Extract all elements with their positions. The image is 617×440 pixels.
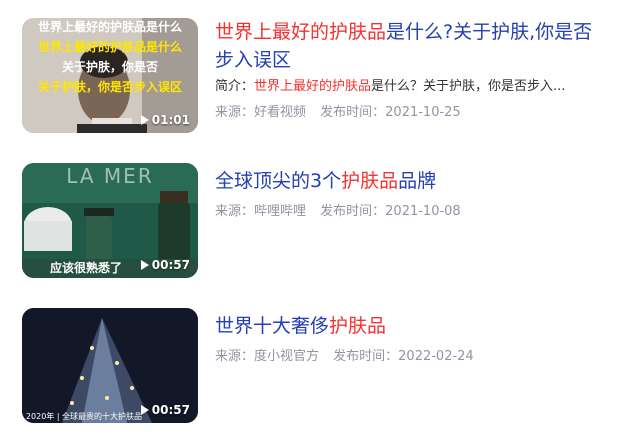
video-duration: 00:57 [140, 403, 190, 417]
result-title-2[interactable]: 全球顶尖的3个护肤品品牌 [215, 167, 600, 195]
thumbnail-caption: 关于护肤，你是否步入误区 [37, 80, 182, 94]
thumbnail-caption: 世界上最好的护肤品是什么 [37, 20, 182, 34]
result-info-2: 全球顶尖的3个护肤品品牌 来源：哔哩哔哩 发布时间：2021-10-08 [215, 163, 600, 221]
source-label: 来源：哔哩哔哩 [215, 204, 307, 219]
title-segment[interactable]: 护肤品 [329, 315, 386, 337]
duration-text: 00:57 [151, 403, 190, 417]
result-title-3[interactable]: 世界十大奢侈护肤品 [215, 312, 600, 340]
title-segment[interactable]: 全球顶尖的3个 [215, 170, 341, 192]
duration-text: 01:01 [151, 113, 190, 127]
result-snippet-1: 简介：世界上最好的护肤品是什么？关于护肤，你是否步入... [215, 78, 600, 96]
video-thumbnail-2[interactable]: LA MER 应该很熟悉了 00:57 [22, 163, 198, 278]
source-label: 来源：好看视频 [215, 105, 307, 120]
title-segment[interactable]: 护肤品 [341, 170, 398, 192]
publish-date: 发布时间：2021-10-25 [320, 105, 461, 120]
video-duration: 01:01 [140, 113, 190, 127]
duration-text: 00:57 [151, 258, 190, 272]
publish-date: 发布时间：2021-10-08 [320, 204, 461, 219]
thumbnail-caption: 关于护肤，你是否 [61, 60, 158, 74]
title-segment[interactable]: 世界上最好的护肤品 [215, 21, 386, 43]
play-icon [140, 260, 149, 270]
play-icon [140, 115, 149, 125]
title-segment[interactable]: 世界十大奢侈 [215, 315, 329, 337]
title-segment[interactable]: 品牌 [398, 170, 436, 192]
result-meta-2: 来源：哔哩哔哩 发布时间：2021-10-08 [215, 203, 600, 221]
publish-date: 发布时间：2022-02-24 [333, 349, 474, 364]
result-info-3: 世界十大奢侈护肤品 来源：度小视官方 发布时间：2022-02-24 [215, 308, 600, 366]
result-info-1: 世界上最好的护肤品是什么?关于护肤,你是否步入误区 简介：世界上最好的护肤品是什… [215, 18, 600, 122]
video-thumbnail-3[interactable]: 2020年 | 全球最贵的十大护肤品 00:57 [22, 308, 198, 423]
result-meta-1: 来源：好看视频 发布时间：2021-10-25 [215, 104, 600, 122]
play-icon [140, 405, 149, 415]
snippet-prefix: 简介： [215, 79, 255, 94]
source-label: 来源：度小视官方 [215, 349, 320, 364]
snippet-segment: 世界上最好的护肤品 [254, 79, 372, 94]
video-thumbnail-1[interactable]: 世界上最好的护肤品是什么 世界上最好的护肤品是什么 关于护肤，你是否 关于护肤，… [22, 18, 198, 133]
video-duration: 00:57 [140, 258, 190, 272]
thumbnail-brand-text: LA MER [66, 164, 154, 188]
result-meta-3: 来源：度小视官方 发布时间：2022-02-24 [215, 348, 600, 366]
thumbnail-caption: 世界上最好的护肤品是什么 [37, 40, 182, 54]
snippet-segment: 是什么？关于护肤，你是否步入... [371, 79, 566, 94]
result-title-1[interactable]: 世界上最好的护肤品是什么?关于护肤,你是否步入误区 [215, 18, 600, 74]
